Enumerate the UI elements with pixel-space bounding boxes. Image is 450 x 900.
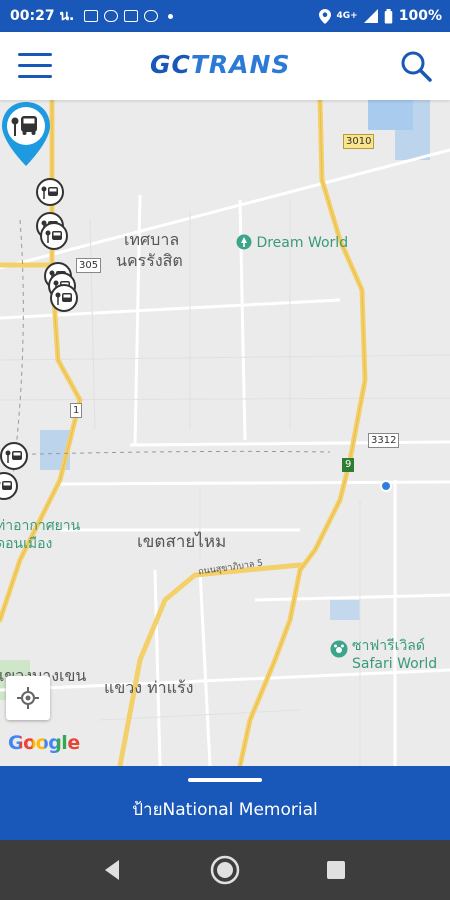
my-location-dot	[380, 480, 392, 492]
hamburger-line	[18, 75, 52, 78]
message-notification-icon	[84, 10, 99, 22]
poi-safariworld-label-en: Safari World	[352, 656, 438, 672]
mail-notification-icon	[124, 10, 139, 22]
bus-stop-icon	[5, 450, 22, 463]
route-3312-badge: 3312	[368, 433, 400, 448]
line-notification-icon	[104, 10, 119, 22]
poi-dreamworld-label: Dream World	[256, 235, 349, 251]
logo-gc: GC	[150, 50, 191, 79]
google-logo: Google	[8, 732, 80, 754]
label-tharaeng: แขวง ท่าแร้ง	[104, 678, 194, 697]
battery-percent: 100%	[398, 8, 442, 24]
bus-stop-icon	[41, 186, 58, 199]
route-1-badge: 1	[70, 403, 83, 418]
bus-stop-icon	[55, 292, 72, 305]
more-notifications-icon	[168, 13, 174, 19]
bus-stop-marker[interactable]	[0, 442, 28, 470]
google-attribution: Google	[8, 732, 80, 754]
poi-dreamworld[interactable]: Dream World	[236, 234, 348, 252]
system-nav-bar	[0, 840, 450, 900]
menu-button[interactable]	[18, 53, 52, 79]
bus-stop-marker[interactable]	[40, 222, 68, 250]
hamburger-menu-icon	[18, 53, 52, 56]
label-airport-line1: ท่าอากาศยาน	[0, 518, 81, 534]
my-location-button[interactable]	[6, 676, 50, 720]
bus-stop-marker[interactable]	[36, 178, 64, 206]
label-saimai: เขตสายไหม	[137, 532, 227, 552]
notification-icons	[84, 10, 174, 22]
bus-stop-title: ป้ายNational Memorial	[132, 800, 318, 820]
bottom-sheet[interactable]: ป้ายNational Memorial	[0, 766, 450, 840]
label-airport-line2: ดอนเมือง	[0, 536, 53, 552]
network-type-label: 4G+	[336, 11, 358, 21]
label-rangsit-line1: เทศบาล	[124, 230, 180, 249]
label-rangsit-line2: นครรังสิต	[116, 251, 183, 270]
recents-nav-icon[interactable]	[320, 854, 352, 886]
gps-crosshair-icon	[17, 687, 39, 709]
back-nav-icon[interactable]	[97, 854, 129, 886]
signal-icon	[363, 9, 378, 23]
app-bar: GCTRANS	[0, 32, 450, 100]
route-3010-badge: 3010	[343, 134, 375, 149]
search-icon	[401, 51, 432, 82]
hamburger-line	[18, 64, 52, 67]
selected-bus-stop-pin[interactable]	[0, 100, 52, 168]
status-bar: 00:27 น. 4G+ 100%	[0, 0, 450, 32]
park-icon	[236, 234, 252, 250]
location-status-icon	[318, 8, 331, 24]
search-button[interactable]	[400, 50, 432, 82]
zoo-icon	[330, 640, 348, 658]
sheet-drag-handle[interactable]	[188, 778, 262, 782]
line-chat-notification-icon	[144, 10, 159, 22]
bus-stop-marker[interactable]	[50, 284, 78, 312]
route-9-shield: 9	[342, 458, 355, 472]
app-logo: GCTRANS	[150, 50, 290, 79]
map-view[interactable]: 3010 305 3312 1 9 เทศบาล นครรังสิต Dream…	[0, 100, 450, 766]
poi-safariworld-label-th: ซาฟารีเวิลด์	[352, 638, 425, 654]
battery-icon	[384, 8, 392, 23]
bus-stop-icon	[0, 481, 12, 490]
route-305-badge: 305	[76, 258, 102, 273]
status-time: 00:27 น.	[10, 8, 75, 24]
home-nav-icon[interactable]	[209, 854, 241, 886]
logo-trans: TRANS	[190, 50, 291, 79]
bus-stop-icon	[45, 230, 62, 243]
